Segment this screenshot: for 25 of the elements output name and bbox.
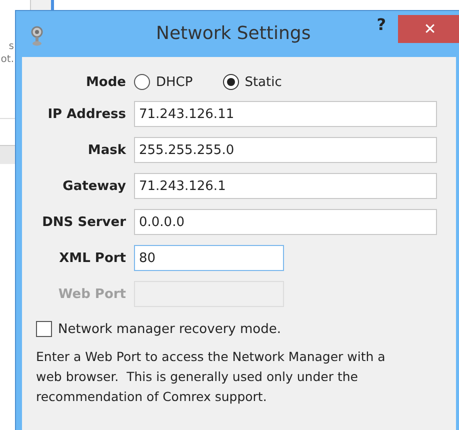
field-label: Mask bbox=[86, 142, 126, 158]
background-text: s bbox=[8, 40, 14, 53]
input-field[interactable]: 255.255.255.0 bbox=[134, 137, 437, 163]
field-label: XML Port bbox=[58, 250, 126, 266]
input-field[interactable]: 0.0.0.0 bbox=[134, 209, 437, 235]
checkbox-label[interactable]: Network manager recovery mode. bbox=[58, 322, 281, 336]
field-label: IP Address bbox=[46, 106, 126, 122]
window-title: Network Settings bbox=[156, 23, 311, 44]
radio-label[interactable]: DHCP bbox=[156, 74, 193, 90]
radio-button[interactable] bbox=[134, 74, 150, 90]
background-text: ot. bbox=[0, 53, 14, 66]
background-panel bbox=[0, 145, 16, 164]
help-button[interactable]: ? bbox=[372, 15, 390, 34]
help-text: Enter a Web Port to access the Network Manager with a web browser. This is generally used only under the recommendation of Comrex support. bbox=[36, 348, 386, 406]
input-field[interactable]: 80 bbox=[134, 245, 284, 271]
field-label: Web Port bbox=[57, 286, 126, 302]
field-label: Mode bbox=[85, 74, 126, 90]
field-label: DNS Server bbox=[41, 214, 126, 230]
close-button[interactable]: ✕ bbox=[398, 15, 459, 43]
input-field[interactable]: 71.243.126.1 bbox=[134, 173, 437, 199]
radio-button[interactable] bbox=[222, 74, 239, 90]
radio-label[interactable]: Static bbox=[244, 74, 282, 90]
checkbox[interactable] bbox=[36, 321, 52, 337]
field-label: Gateway bbox=[62, 178, 126, 194]
input-field[interactable]: 71.243.126.11 bbox=[134, 101, 437, 127]
